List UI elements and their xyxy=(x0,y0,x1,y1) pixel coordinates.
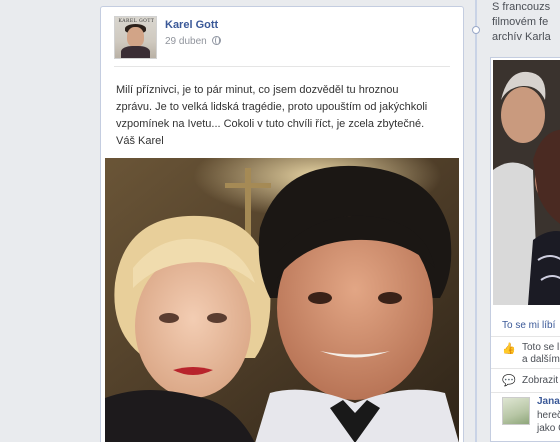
timeline-spine xyxy=(475,0,477,442)
comment-line: jako C xyxy=(537,423,560,434)
header-divider xyxy=(114,66,450,67)
post-text-line: vzpomínek na Ivetu... Cokoli v tuto chví… xyxy=(116,118,425,130)
post-date-link[interactable]: 29 duben xyxy=(165,36,207,47)
comment-text: hereč jako C xyxy=(537,409,560,435)
thumbs-up-icon: 👍 xyxy=(502,343,516,355)
timeline-post: KAREL GOTT Karel Gott 29 duben Milí příz… xyxy=(100,6,464,442)
photo-of-two-people xyxy=(105,158,459,442)
comment-line: hereč xyxy=(537,410,560,421)
sidebar-text-line: S francouzs xyxy=(492,1,551,13)
show-comments-row[interactable]: 💬 Zobrazit xyxy=(491,368,560,392)
commenter-name[interactable]: Jana xyxy=(537,396,560,407)
post-header: KAREL GOTT Karel Gott 29 duben xyxy=(114,16,454,66)
likes-summary-row: 👍 Toto se lí a dalším xyxy=(491,336,560,368)
sidebar-text-line: filmovém fe xyxy=(492,16,549,28)
timeline-dot xyxy=(472,26,480,34)
sidebar-photo[interactable] xyxy=(493,60,560,305)
author-avatar[interactable]: KAREL GOTT xyxy=(114,16,157,59)
post-message: Milí příznivci, je to pár minut, co jsem… xyxy=(116,82,450,150)
globe-icon[interactable] xyxy=(211,36,221,45)
show-comments-link[interactable]: Zobrazit xyxy=(522,375,558,387)
like-link[interactable]: To se mi líbí xyxy=(502,320,555,331)
avatar-body xyxy=(121,46,150,58)
sidebar-text-line: archív Karla xyxy=(492,31,551,43)
post-text-line: Váš Karel xyxy=(116,135,164,147)
avatar-face xyxy=(127,27,144,47)
author-name-link[interactable]: Karel Gott xyxy=(165,19,218,31)
post-photo[interactable] xyxy=(105,158,459,442)
post-meta: 29 duben xyxy=(165,36,221,47)
likes-summary-text[interactable]: a dalším xyxy=(522,354,560,366)
photo-of-people xyxy=(493,60,560,305)
commenter-avatar[interactable] xyxy=(502,397,530,425)
post-text-line: Milí příznivci, je to pár minut, co jsem… xyxy=(116,84,399,96)
sidebar-post-card: To se mi líbí 👍 Toto se lí a dalším 💬 Zo… xyxy=(490,57,560,442)
comment-icon: 💬 xyxy=(502,375,516,387)
likes-summary-text[interactable]: Toto se lí xyxy=(522,342,560,354)
comment-item: Jana hereč jako C xyxy=(491,392,560,442)
sidebar-post-text: S francouzs filmovém fe archív Karla xyxy=(492,0,560,45)
post-text-line: zprávu. Je to velká lidská tragédie, pro… xyxy=(116,101,428,113)
